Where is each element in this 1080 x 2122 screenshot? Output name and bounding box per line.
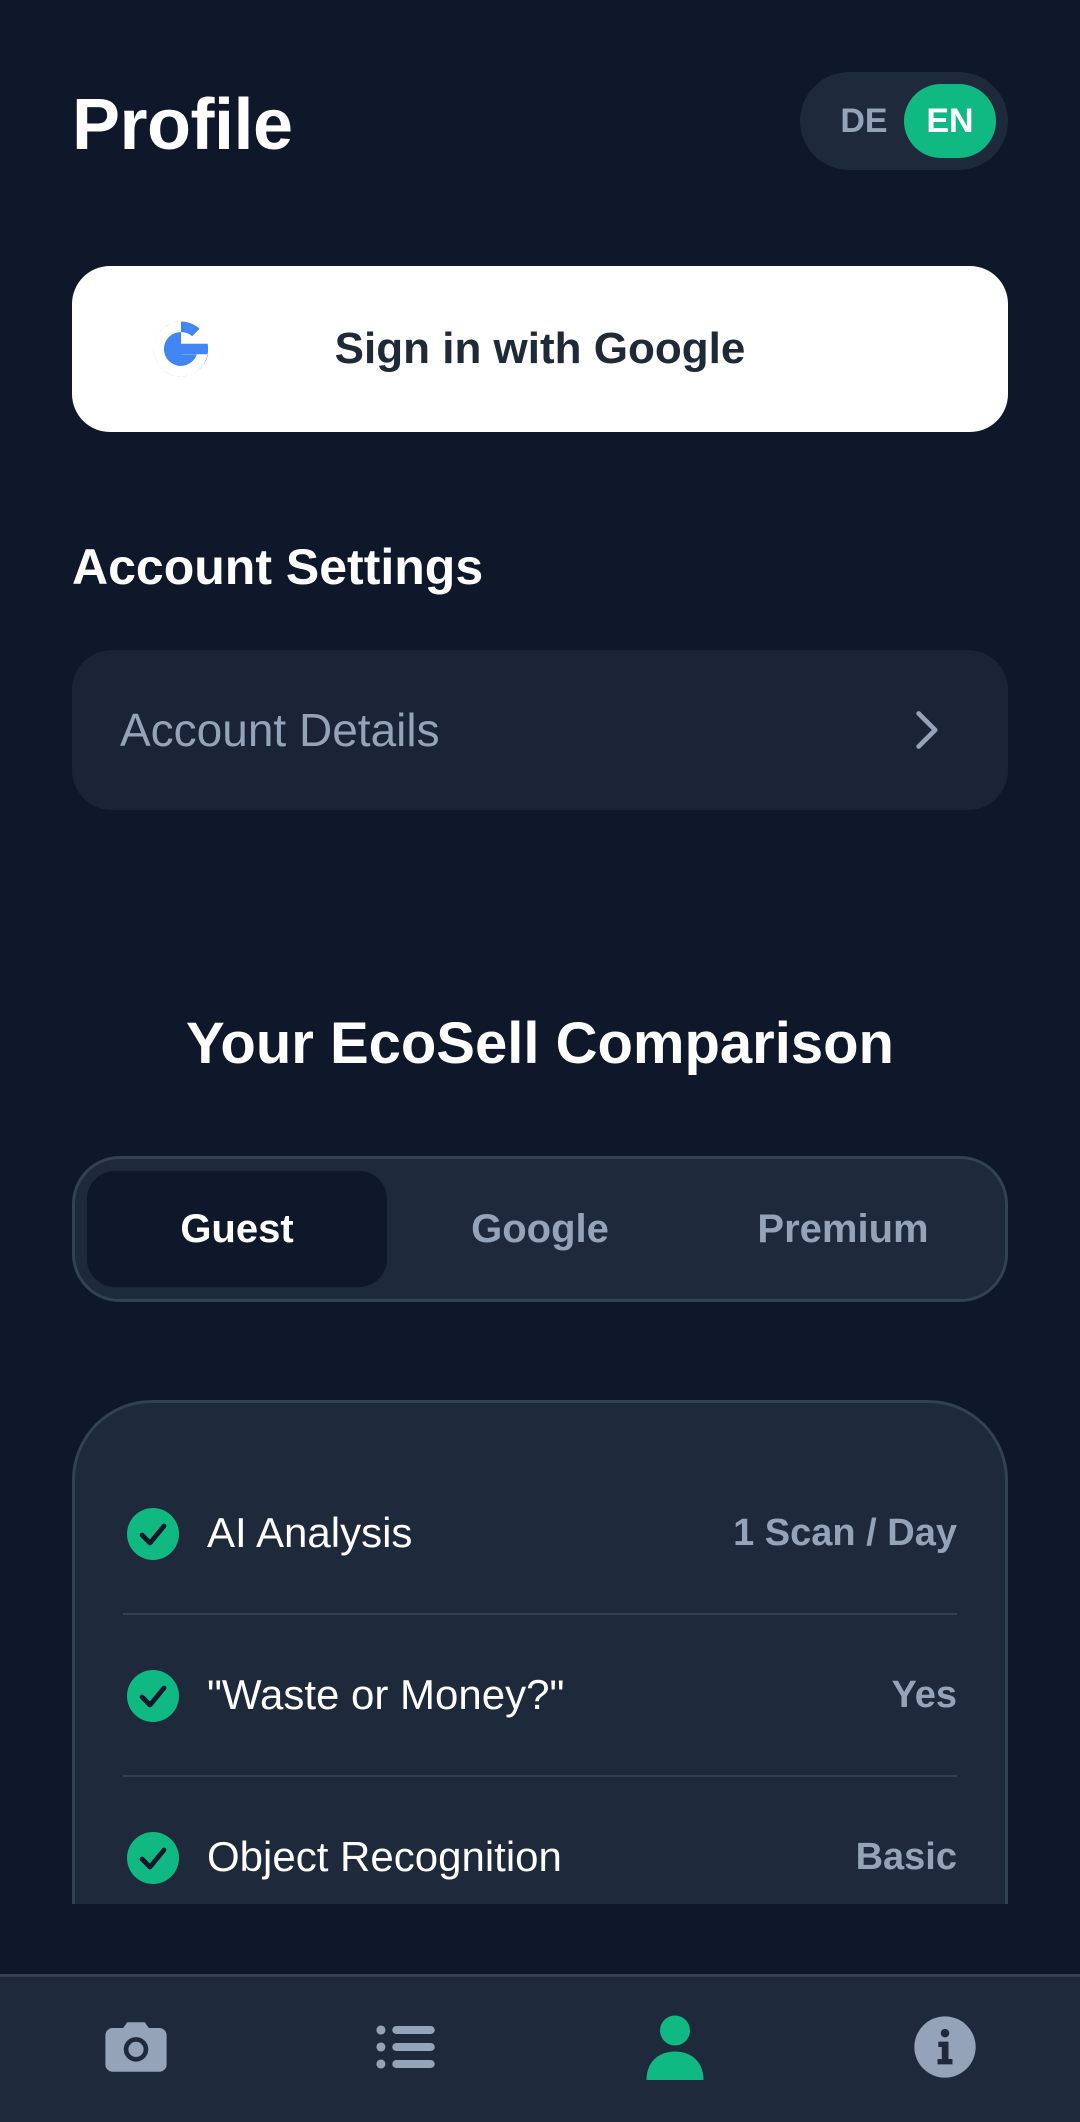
lang-option-en[interactable]: EN [904, 84, 996, 158]
check-circle-icon [127, 1832, 179, 1884]
check-circle-icon [127, 1508, 179, 1560]
feature-row: AI Analysis 1 Scan / Day [123, 1453, 957, 1613]
info-icon [914, 2016, 976, 2078]
language-toggle[interactable]: DE EN [800, 72, 1008, 170]
feature-comparison-card[interactable]: AI Analysis 1 Scan / Day "Waste or Money… [72, 1400, 1008, 1904]
profile-screen: Profile DE EN Sign in with Google Accoun… [0, 0, 1080, 2122]
camera-icon [105, 2022, 167, 2072]
feature-row: Object Recognition Basic [123, 1777, 957, 1904]
list-icon [376, 2025, 435, 2069]
tab-google[interactable]: Google [390, 1171, 690, 1287]
feature-value: Yes [891, 1673, 957, 1716]
page-title: Profile [72, 85, 293, 165]
check-circle-icon [127, 1670, 179, 1722]
feature-name: AI Analysis [207, 1509, 413, 1556]
chevron-right-icon [916, 711, 938, 749]
header: Profile DE EN [72, 72, 1008, 172]
account-settings-title: Account Settings [72, 539, 484, 595]
google-signin-label: Sign in with Google [334, 324, 746, 373]
feature-value: Basic [855, 1835, 957, 1878]
account-details-label: Account Details [120, 704, 440, 756]
account-details-row[interactable]: Account Details [72, 650, 1008, 810]
tab-premium[interactable]: Premium [693, 1171, 993, 1287]
lang-option-de[interactable]: DE [820, 86, 908, 156]
nav-profile[interactable] [625, 1997, 725, 2097]
feature-row: "Waste or Money?" Yes [123, 1615, 957, 1775]
tab-guest[interactable]: Guest [87, 1171, 387, 1287]
google-signin-button[interactable]: Sign in with Google [72, 266, 1008, 432]
bottom-nav [0, 1974, 1080, 2122]
plan-tabs: Guest Google Premium [72, 1156, 1008, 1302]
feature-name: Object Recognition [207, 1833, 562, 1880]
feature-value: 1 Scan / Day [733, 1511, 957, 1554]
nav-camera[interactable] [86, 1997, 186, 2097]
profile-icon [646, 2015, 704, 2080]
nav-list[interactable] [355, 1997, 455, 2097]
comparison-title: Your EcoSell Comparison [186, 1011, 894, 1076]
feature-name: "Waste or Money?" [207, 1671, 565, 1718]
nav-info[interactable] [895, 1997, 995, 2097]
